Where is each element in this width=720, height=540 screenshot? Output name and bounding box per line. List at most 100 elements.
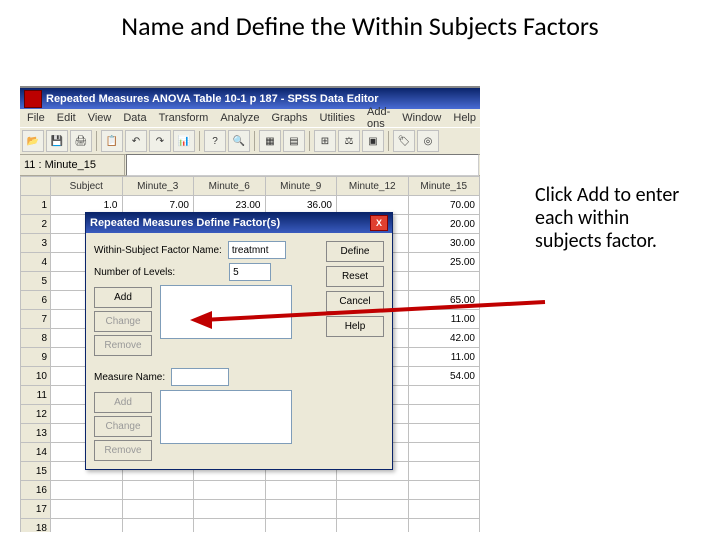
col-header[interactable]: Minute_15: [408, 177, 480, 196]
row-header[interactable]: 3: [21, 234, 51, 253]
grid-cell[interactable]: [51, 481, 123, 500]
levels-input[interactable]: [229, 263, 271, 281]
row-header[interactable]: 8: [21, 329, 51, 348]
row-header[interactable]: 4: [21, 253, 51, 272]
grid-cell[interactable]: 11.00: [408, 348, 480, 367]
grid-cell[interactable]: 30.00: [408, 234, 480, 253]
remove-factor-button[interactable]: Remove: [94, 335, 152, 356]
save-icon[interactable]: 💾: [46, 130, 68, 152]
gotocase-icon[interactable]: ?: [204, 130, 226, 152]
grid-cell[interactable]: 42.00: [408, 329, 480, 348]
find-icon[interactable]: 🔍: [228, 130, 250, 152]
grid-cell[interactable]: [194, 519, 266, 533]
grid-cell[interactable]: [337, 500, 409, 519]
grid-cell[interactable]: [337, 481, 409, 500]
grid-cell[interactable]: [122, 481, 194, 500]
row-header[interactable]: 9: [21, 348, 51, 367]
menu-edit[interactable]: Edit: [52, 111, 81, 125]
grid-cell[interactable]: [337, 519, 409, 533]
grid-cell[interactable]: 11.00: [408, 310, 480, 329]
menu-analyze[interactable]: Analyze: [215, 111, 264, 125]
row-header[interactable]: 7: [21, 310, 51, 329]
grid-cell[interactable]: [265, 500, 337, 519]
grid-cell[interactable]: 54.00: [408, 367, 480, 386]
undo-icon[interactable]: ↶: [125, 130, 147, 152]
factor-name-input[interactable]: [228, 241, 286, 259]
grid-cell[interactable]: [122, 519, 194, 533]
separator-icon: [388, 131, 389, 151]
change-factor-button[interactable]: Change: [94, 311, 152, 332]
menu-transform[interactable]: Transform: [154, 111, 214, 125]
row-header[interactable]: 15: [21, 462, 51, 481]
grid-cell[interactable]: [122, 500, 194, 519]
grid-cell[interactable]: 65.00: [408, 291, 480, 310]
grid-cell[interactable]: [51, 519, 123, 533]
value-labels-icon[interactable]: 🏷: [393, 130, 415, 152]
cell-edit[interactable]: [126, 154, 479, 176]
variables-icon[interactable]: ▦: [259, 130, 281, 152]
grid-cell[interactable]: [408, 462, 480, 481]
row-header[interactable]: 6: [21, 291, 51, 310]
add-factor-button[interactable]: Add: [94, 287, 152, 308]
grid-cell[interactable]: [408, 405, 480, 424]
menu-addons[interactable]: Add-ons: [362, 105, 395, 131]
row-header[interactable]: 10: [21, 367, 51, 386]
row-header[interactable]: 14: [21, 443, 51, 462]
open-icon[interactable]: 📂: [22, 130, 44, 152]
cancel-button[interactable]: Cancel: [326, 291, 384, 312]
redo-icon[interactable]: ↷: [149, 130, 171, 152]
grid-cell[interactable]: [265, 519, 337, 533]
print-icon[interactable]: 🖨: [70, 130, 92, 152]
row-header[interactable]: 5: [21, 272, 51, 291]
grid-cell[interactable]: [408, 481, 480, 500]
grid-cell[interactable]: [408, 272, 480, 291]
add-measure-button[interactable]: Add: [94, 392, 152, 413]
goto-icon[interactable]: 📊: [173, 130, 195, 152]
col-header[interactable]: Minute_9: [265, 177, 337, 196]
grid-cell[interactable]: [194, 481, 266, 500]
grid-cell[interactable]: [194, 500, 266, 519]
menu-file[interactable]: File: [22, 111, 50, 125]
row-header[interactable]: 18: [21, 519, 51, 533]
weight-icon[interactable]: ⚖: [338, 130, 360, 152]
measure-name-input[interactable]: [171, 368, 229, 386]
dialog-recall-icon[interactable]: 📋: [101, 130, 123, 152]
row-header[interactable]: 16: [21, 481, 51, 500]
menu-view[interactable]: View: [83, 111, 117, 125]
col-header[interactable]: Minute_6: [194, 177, 266, 196]
split-icon[interactable]: ⊞: [314, 130, 336, 152]
menu-help[interactable]: Help: [448, 111, 480, 125]
menu-data[interactable]: Data: [118, 111, 151, 125]
grid-cell[interactable]: [408, 386, 480, 405]
row-header[interactable]: 11: [21, 386, 51, 405]
col-header[interactable]: Subject: [51, 177, 123, 196]
grid-cell[interactable]: [408, 500, 480, 519]
row-header[interactable]: 17: [21, 500, 51, 519]
menu-graphs[interactable]: Graphs: [266, 111, 312, 125]
grid-cell[interactable]: [408, 519, 480, 533]
help-button[interactable]: Help: [326, 316, 384, 337]
remove-measure-button[interactable]: Remove: [94, 440, 152, 461]
col-header[interactable]: Minute_3: [122, 177, 194, 196]
measures-listbox[interactable]: [160, 390, 292, 444]
factors-listbox[interactable]: [160, 285, 292, 339]
grid-cell[interactable]: 20.00: [408, 215, 480, 234]
row-header[interactable]: 2: [21, 215, 51, 234]
row-header[interactable]: 13: [21, 424, 51, 443]
grid-cell[interactable]: [408, 424, 480, 443]
change-measure-button[interactable]: Change: [94, 416, 152, 437]
close-icon[interactable]: X: [370, 215, 388, 231]
grid-cell[interactable]: [51, 500, 123, 519]
insert-case-icon[interactable]: ▤: [283, 130, 305, 152]
grid-cell[interactable]: [408, 443, 480, 462]
row-header[interactable]: 12: [21, 405, 51, 424]
select-icon[interactable]: ▣: [362, 130, 384, 152]
menu-window[interactable]: Window: [397, 111, 446, 125]
grid-cell[interactable]: 70.00: [408, 196, 480, 215]
col-header[interactable]: Minute_12: [337, 177, 409, 196]
grid-cell[interactable]: 25.00: [408, 253, 480, 272]
grid-cell[interactable]: [265, 481, 337, 500]
sets-icon[interactable]: ◎: [417, 130, 439, 152]
row-header[interactable]: 1: [21, 196, 51, 215]
menu-utilities[interactable]: Utilities: [315, 111, 360, 125]
